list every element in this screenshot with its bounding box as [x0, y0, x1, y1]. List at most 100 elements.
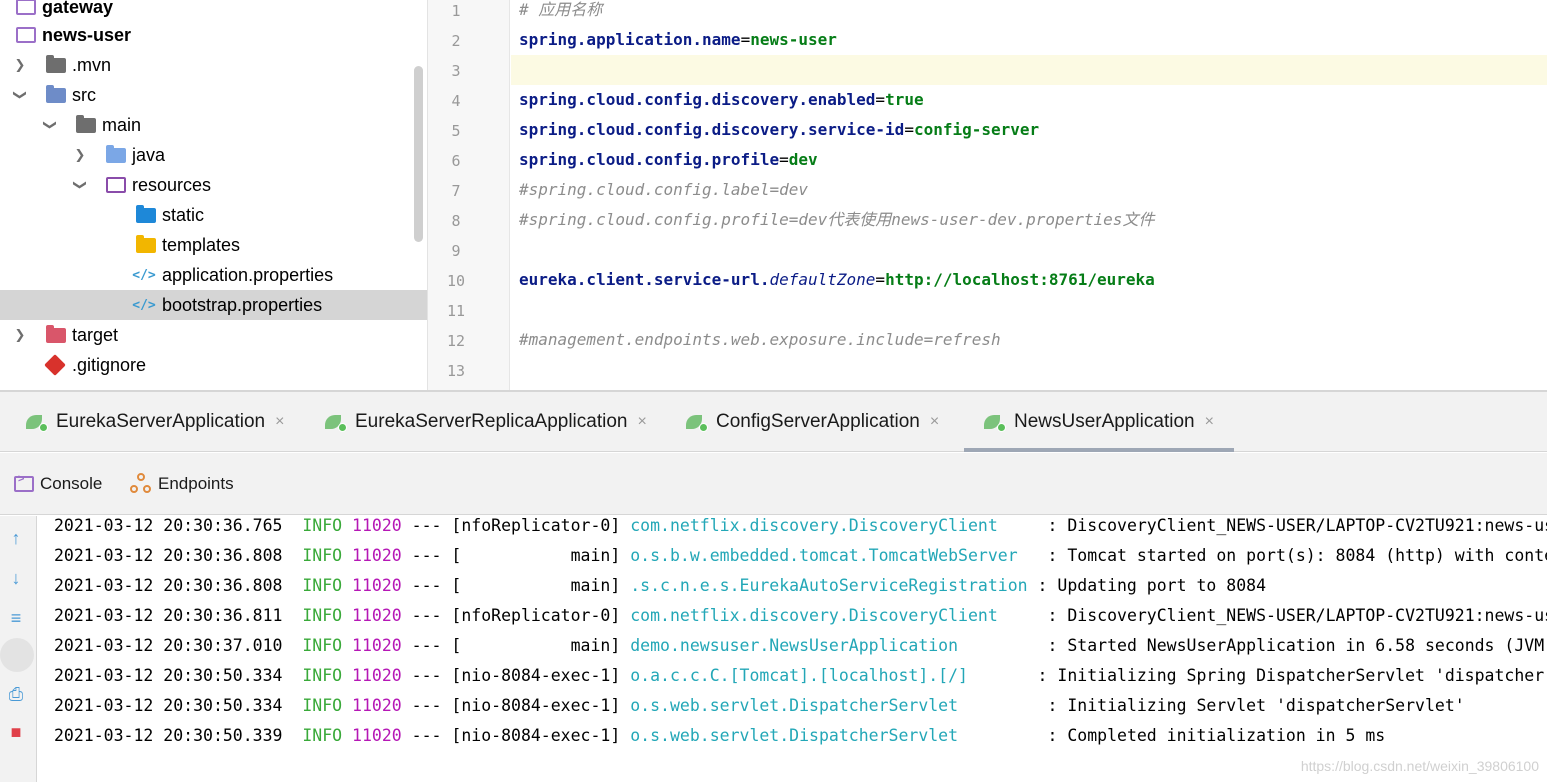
excluded-folder-icon — [46, 325, 66, 343]
tree-item-application-properties[interactable]: </> application.properties — [0, 260, 427, 290]
property-key: spring.cloud.config.profile — [519, 150, 780, 169]
tree-item-mvn[interactable]: ❯ .mvn — [0, 50, 427, 80]
log-line: 2021-03-12 20:30:36.811 INFO 11020 --- [… — [54, 606, 1547, 625]
tree-item-label: templates — [162, 234, 241, 255]
chevron-down-icon[interactable]: ❯ — [42, 117, 58, 133]
tree-item-label: java — [132, 144, 166, 165]
chevron-down-icon[interactable]: ❯ — [12, 87, 28, 103]
tree-item-label: src — [72, 84, 96, 105]
log-line: 2021-03-12 20:30:50.334 INFO 11020 --- [… — [54, 696, 1465, 715]
tree-item-label: gateway — [42, 0, 114, 17]
tree-scrollbar[interactable] — [414, 66, 423, 242]
chevron-down-icon[interactable]: ❯ — [72, 177, 88, 193]
source-folder-icon — [46, 85, 66, 103]
code-comment: # 应用名称 — [519, 0, 603, 19]
console-side-toolbar: ↑ ↓ ≡ ⎙ ■ — [0, 516, 37, 782]
arrow-up-icon[interactable]: ↑ — [4, 526, 28, 550]
log-line: 2021-03-12 20:30:50.334 INFO 11020 --- [… — [54, 666, 1545, 685]
tree-item-label: static — [162, 204, 205, 225]
line-number: 7 — [451, 182, 461, 200]
tree-item-label: .gitignore — [72, 354, 147, 375]
close-icon[interactable]: × — [930, 413, 939, 431]
run-tab-news-user[interactable]: NewsUserApplication × — [964, 392, 1234, 452]
tree-item-label: bootstrap.properties — [162, 294, 323, 315]
property-value: dev — [788, 150, 818, 169]
spring-boot-icon — [984, 412, 1006, 432]
tree-item-gitignore[interactable]: .gitignore — [0, 350, 427, 380]
line-number: 8 — [451, 212, 461, 230]
tab-label: Endpoints — [158, 474, 234, 493]
chevron-right-icon[interactable]: ❯ — [12, 327, 28, 343]
equals-sign: = — [875, 270, 886, 289]
tree-item-main[interactable]: ❯ main — [0, 110, 427, 140]
java-folder-icon — [106, 145, 126, 163]
scroll-to-end-icon[interactable] — [0, 638, 34, 672]
git-file-icon — [44, 354, 66, 376]
tree-item-gateway[interactable]: gateway — [0, 0, 427, 22]
line-number: 13 — [446, 362, 466, 380]
line-number: 4 — [451, 92, 461, 110]
line-number: 11 — [446, 302, 466, 320]
run-tab-config-server[interactable]: ConfigServerApplication × — [686, 392, 939, 452]
run-tab-label: ConfigServerApplication — [716, 411, 920, 432]
spring-boot-icon — [686, 412, 708, 432]
tree-item-java[interactable]: ❯ java — [0, 140, 427, 170]
watermark: https://blog.csdn.net/weixin_39806100 — [1300, 758, 1539, 774]
property-key-italic: defaultZone — [769, 270, 876, 289]
print-icon[interactable]: ⎙ — [4, 682, 28, 706]
equals-sign: = — [904, 120, 914, 139]
spring-boot-icon — [26, 412, 48, 432]
tree-item-resources[interactable]: ❯ resources — [0, 170, 427, 200]
run-tab-label: NewsUserApplication — [1014, 411, 1195, 432]
chevron-right-icon[interactable]: ❯ — [72, 147, 88, 163]
line-number: 1 — [451, 2, 461, 20]
soft-wrap-icon[interactable]: ≡ — [4, 606, 28, 630]
line-number: 3 — [451, 62, 461, 80]
module-icon — [16, 0, 36, 15]
properties-file-icon: </> — [132, 297, 156, 313]
line-number: 12 — [446, 332, 466, 350]
line-number: 5 — [451, 122, 461, 140]
equals-sign: = — [779, 150, 789, 169]
tree-item-src[interactable]: ❯ src — [0, 80, 427, 110]
tree-item-label: application.properties — [162, 264, 334, 285]
close-icon[interactable]: × — [275, 413, 284, 431]
module-icon — [16, 27, 36, 43]
console-output[interactable]: 2021-03-12 20:30:36.765 INFO 11020 --- [… — [38, 516, 1547, 782]
log-line: 2021-03-12 20:30:36.808 INFO 11020 --- [… — [54, 546, 1547, 565]
tab-endpoints[interactable]: Endpoints — [130, 453, 234, 515]
code-comment: #management.endpoints.web.exposure.inclu… — [519, 330, 1001, 349]
tree-item-static[interactable]: static — [0, 200, 427, 230]
close-icon[interactable]: × — [637, 413, 646, 431]
tab-label: Console — [40, 474, 103, 493]
folder-icon — [46, 55, 66, 73]
console-icon — [14, 473, 34, 492]
code-editor[interactable]: # 应用名称 spring.application.name=news-user… — [511, 0, 1547, 390]
close-icon[interactable]: × — [1205, 413, 1214, 431]
property-key: spring.cloud.config.discovery.service-id — [519, 120, 905, 139]
property-value: http://localhost:8761/eureka — [885, 270, 1155, 289]
arrow-down-icon[interactable]: ↓ — [4, 566, 28, 590]
current-line-highlight — [511, 55, 1547, 85]
properties-file-icon: </> — [132, 267, 156, 283]
run-tab-eureka-server[interactable]: EurekaServerApplication × — [26, 392, 284, 452]
tree-item-target[interactable]: ❯ target — [0, 320, 427, 350]
web-folder-icon — [136, 205, 156, 223]
property-key: spring.application.name — [519, 30, 741, 49]
tree-item-news-user[interactable]: news-user — [0, 20, 427, 50]
tab-console[interactable]: Console — [14, 453, 102, 515]
trash-icon[interactable]: ■ — [4, 720, 28, 744]
log-line: 2021-03-12 20:30:36.765 INFO 11020 --- [… — [54, 516, 1547, 535]
equals-sign: = — [740, 30, 751, 49]
line-number: 6 — [451, 152, 461, 170]
property-key: eureka.client.service-url. — [519, 270, 770, 289]
property-value: news-user — [750, 30, 837, 49]
tree-item-label: news-user — [42, 24, 132, 45]
tree-item-bootstrap-properties[interactable]: </> bootstrap.properties — [0, 290, 427, 320]
chevron-right-icon[interactable]: ❯ — [12, 57, 28, 73]
tree-item-label: main — [102, 114, 142, 135]
run-tab-eureka-server-replica[interactable]: EurekaServerReplicaApplication × — [325, 392, 647, 452]
line-number-gutter: 1 2 3 4 5 6 7 8 9 10 11 12 13 — [428, 0, 510, 390]
line-number: 9 — [451, 242, 461, 260]
tree-item-templates[interactable]: templates — [0, 230, 427, 260]
